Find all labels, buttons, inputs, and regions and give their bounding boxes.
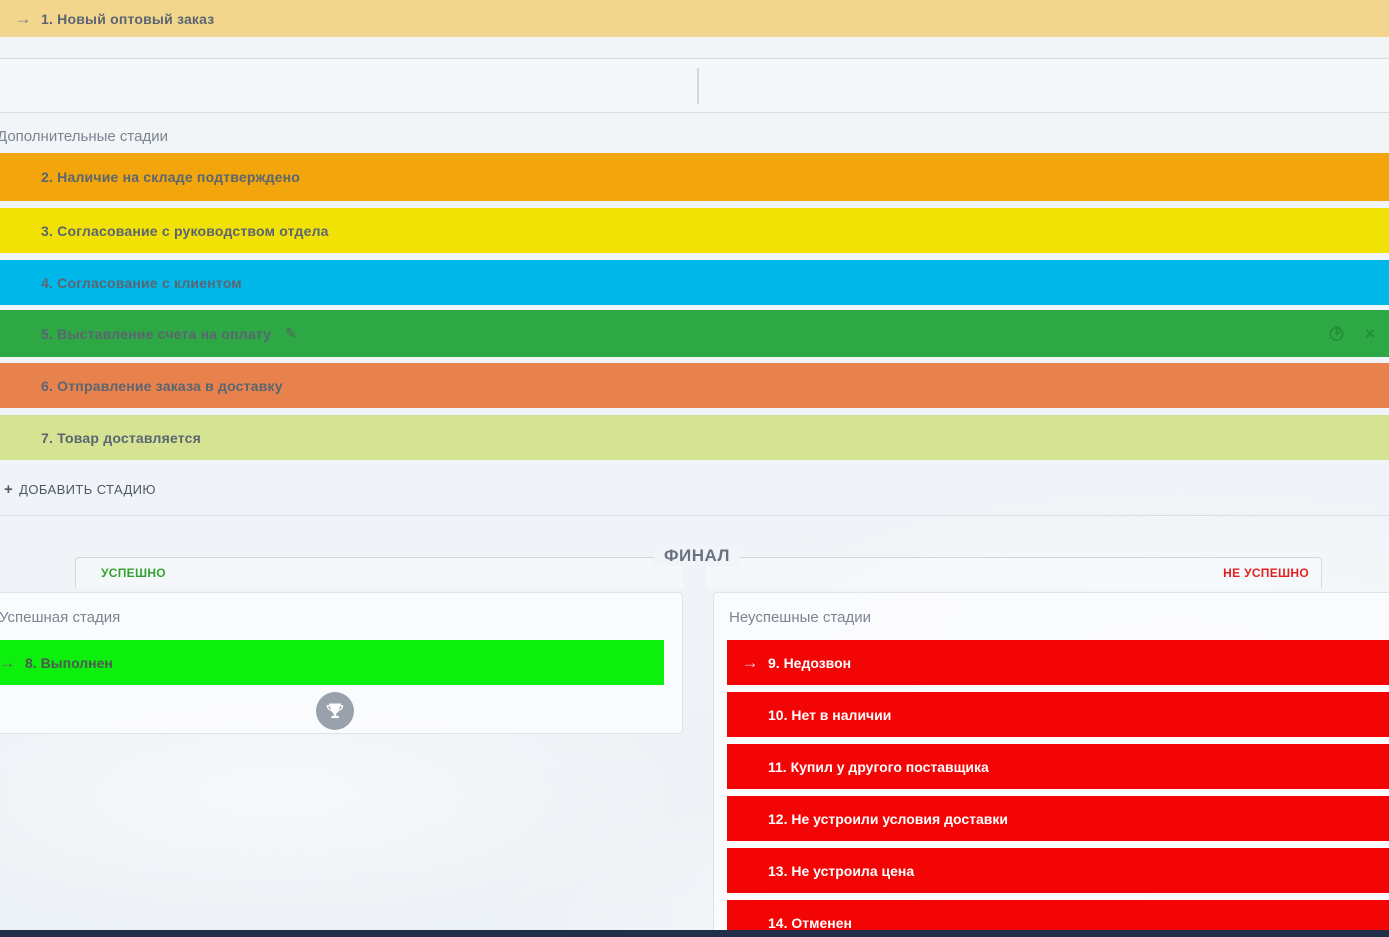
stage-label: 3. Согласование с руководством отдела <box>41 223 329 239</box>
empty-stage-slots <box>0 58 1389 113</box>
fail-panel-label: Неуспешные стадии <box>729 609 871 626</box>
stage-bar-3[interactable]: 3. Согласование с руководством отдела <box>0 208 1389 253</box>
trophy-icon <box>316 692 354 730</box>
stage-bar-7[interactable]: 7. Товар доставляется <box>0 415 1389 460</box>
tab-success[interactable]: УСПЕШНО <box>75 557 683 588</box>
stage-bar-5[interactable]: 5. Выставление счета на оплату ✎ × <box>0 310 1389 357</box>
stage-bar-13[interactable]: 13. Не устроила цена <box>727 848 1389 893</box>
drag-handle-icon[interactable] <box>14 174 32 180</box>
drag-handle-icon[interactable] <box>14 383 32 389</box>
stage-label: 14. Отменен <box>768 915 852 931</box>
stage-bar-4[interactable]: 4. Согласование с клиентом <box>0 260 1389 305</box>
drag-handle-icon[interactable] <box>741 712 759 718</box>
stage-label: 8. Выполнен <box>25 655 113 671</box>
additional-stages-label: Дополнительные стадии <box>0 128 168 145</box>
stage-label: 9. Недозвон <box>768 655 851 671</box>
drag-handle-icon[interactable] <box>741 868 759 874</box>
stage-label: 6. Отправление заказа в доставку <box>41 378 283 394</box>
add-stage-button[interactable]: + ДОБАВИТЬ СТАДИЮ <box>4 481 156 498</box>
drag-handle-icon[interactable] <box>741 816 759 822</box>
fail-panel: Неуспешные стадии → 9. Недозвон 10. Нет … <box>713 592 1389 937</box>
stage-label: 1. Новый оптовый заказ <box>41 11 214 27</box>
success-panel: Успешная стадия → 8. Выполнен <box>0 592 683 734</box>
slot-divider <box>697 68 699 104</box>
stage-bar-2[interactable]: 2. Наличие на складе подтверждено <box>0 153 1389 201</box>
drag-handle-icon[interactable] <box>14 280 32 286</box>
plus-icon: + <box>4 481 13 498</box>
drag-handle-icon[interactable] <box>14 228 32 234</box>
delete-x-icon[interactable]: × <box>1365 325 1375 342</box>
stage-label: 12. Не устроили условия доставки <box>768 811 1008 827</box>
stage-label: 13. Не устроила цена <box>768 863 914 879</box>
arrow-right-icon: → <box>741 654 759 671</box>
arrow-right-icon: → <box>0 654 16 671</box>
stage-label: 11. Купил у другого поставщика <box>768 759 989 775</box>
stage-bar-12[interactable]: 12. Не устроили условия доставки <box>727 796 1389 841</box>
stage-label: 5. Выставление счета на оплату <box>41 326 271 342</box>
tab-fail[interactable]: НЕ УСПЕШНО <box>706 557 1322 588</box>
edit-pencil-icon[interactable]: ✎ <box>285 325 297 342</box>
drag-handle-icon[interactable] <box>741 920 759 926</box>
tab-success-label: УСПЕШНО <box>101 566 166 580</box>
bottom-edge-strip <box>0 930 1389 937</box>
stage-bar-1[interactable]: → 1. Новый оптовый заказ <box>0 0 1389 37</box>
stage-bar-11[interactable]: 11. Купил у другого поставщика <box>727 744 1389 789</box>
drag-handle-icon[interactable] <box>741 764 759 770</box>
stage-bar-10[interactable]: 10. Нет в наличии <box>727 692 1389 737</box>
success-panel-label: Успешная стадия <box>0 609 120 626</box>
tab-fail-label: НЕ УСПЕШНО <box>1223 566 1309 580</box>
stage-label: 2. Наличие на складе подтверждено <box>41 169 300 185</box>
stage-bar-6[interactable]: 6. Отправление заказа в доставку <box>0 363 1389 408</box>
stage-label: 4. Согласование с клиентом <box>41 275 242 291</box>
add-stage-label: ДОБАВИТЬ СТАДИЮ <box>19 482 156 497</box>
divider <box>0 515 1389 516</box>
paint-bucket-icon[interactable] <box>1328 325 1345 342</box>
stage-label: 10. Нет в наличии <box>768 707 891 723</box>
arrow-right-icon: → <box>14 10 32 27</box>
final-section-title: ФИНАЛ <box>654 546 740 566</box>
stage-label: 7. Товар доставляется <box>41 430 201 446</box>
drag-handle-icon[interactable] <box>14 331 32 337</box>
stage-bar-9[interactable]: → 9. Недозвон <box>727 640 1389 685</box>
stage-bar-8[interactable]: → 8. Выполнен <box>0 640 664 685</box>
drag-handle-icon[interactable] <box>14 435 32 441</box>
